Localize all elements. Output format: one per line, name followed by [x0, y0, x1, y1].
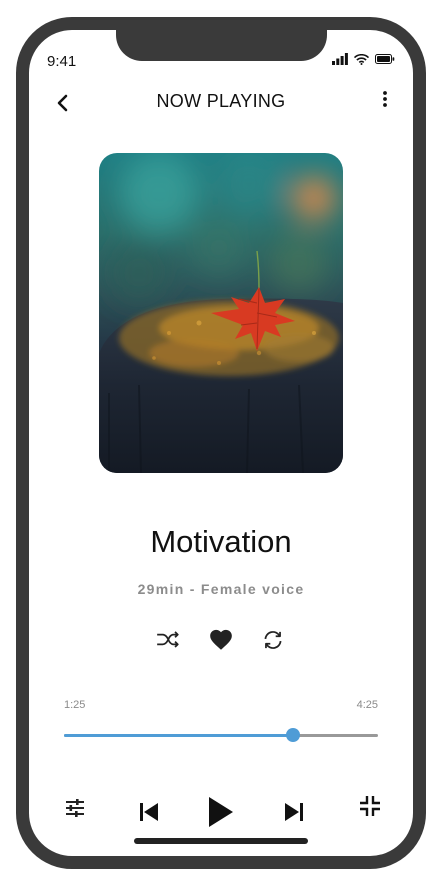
status-time: 9:41 [47, 53, 77, 70]
repeat-icon[interactable] [260, 627, 286, 653]
album-cover [99, 153, 343, 473]
shuffle-icon[interactable] [155, 627, 181, 653]
track-title: Motivation [150, 524, 292, 559]
home-indicator[interactable] [134, 838, 308, 844]
status-icons [332, 53, 395, 65]
autumn-leaf-image [99, 153, 343, 473]
total-duration: 4:25 [356, 699, 378, 711]
heart-icon[interactable] [208, 627, 234, 653]
skip-next-icon[interactable] [284, 802, 304, 822]
sliders-icon[interactable] [64, 797, 86, 819]
skip-previous-icon[interactable] [139, 802, 159, 822]
play-icon[interactable] [207, 796, 235, 828]
minimize-icon[interactable] [359, 795, 381, 817]
track-subtitle: 29min - Female voice [137, 581, 305, 597]
battery-icon [375, 54, 395, 64]
phone-frame: 9:41 NOW PLAYING Motivation 29min - Fema… [16, 17, 426, 869]
wifi-icon [354, 53, 369, 65]
elapsed-time: 1:25 [64, 699, 86, 711]
signal-icon [332, 53, 348, 65]
progress-fill [64, 734, 294, 737]
progress-slider[interactable] [64, 728, 378, 742]
notch [116, 30, 327, 61]
progress-thumb[interactable] [286, 728, 301, 742]
more-vertical-icon[interactable] [375, 88, 395, 112]
page-title: NOW PLAYING [156, 91, 286, 111]
